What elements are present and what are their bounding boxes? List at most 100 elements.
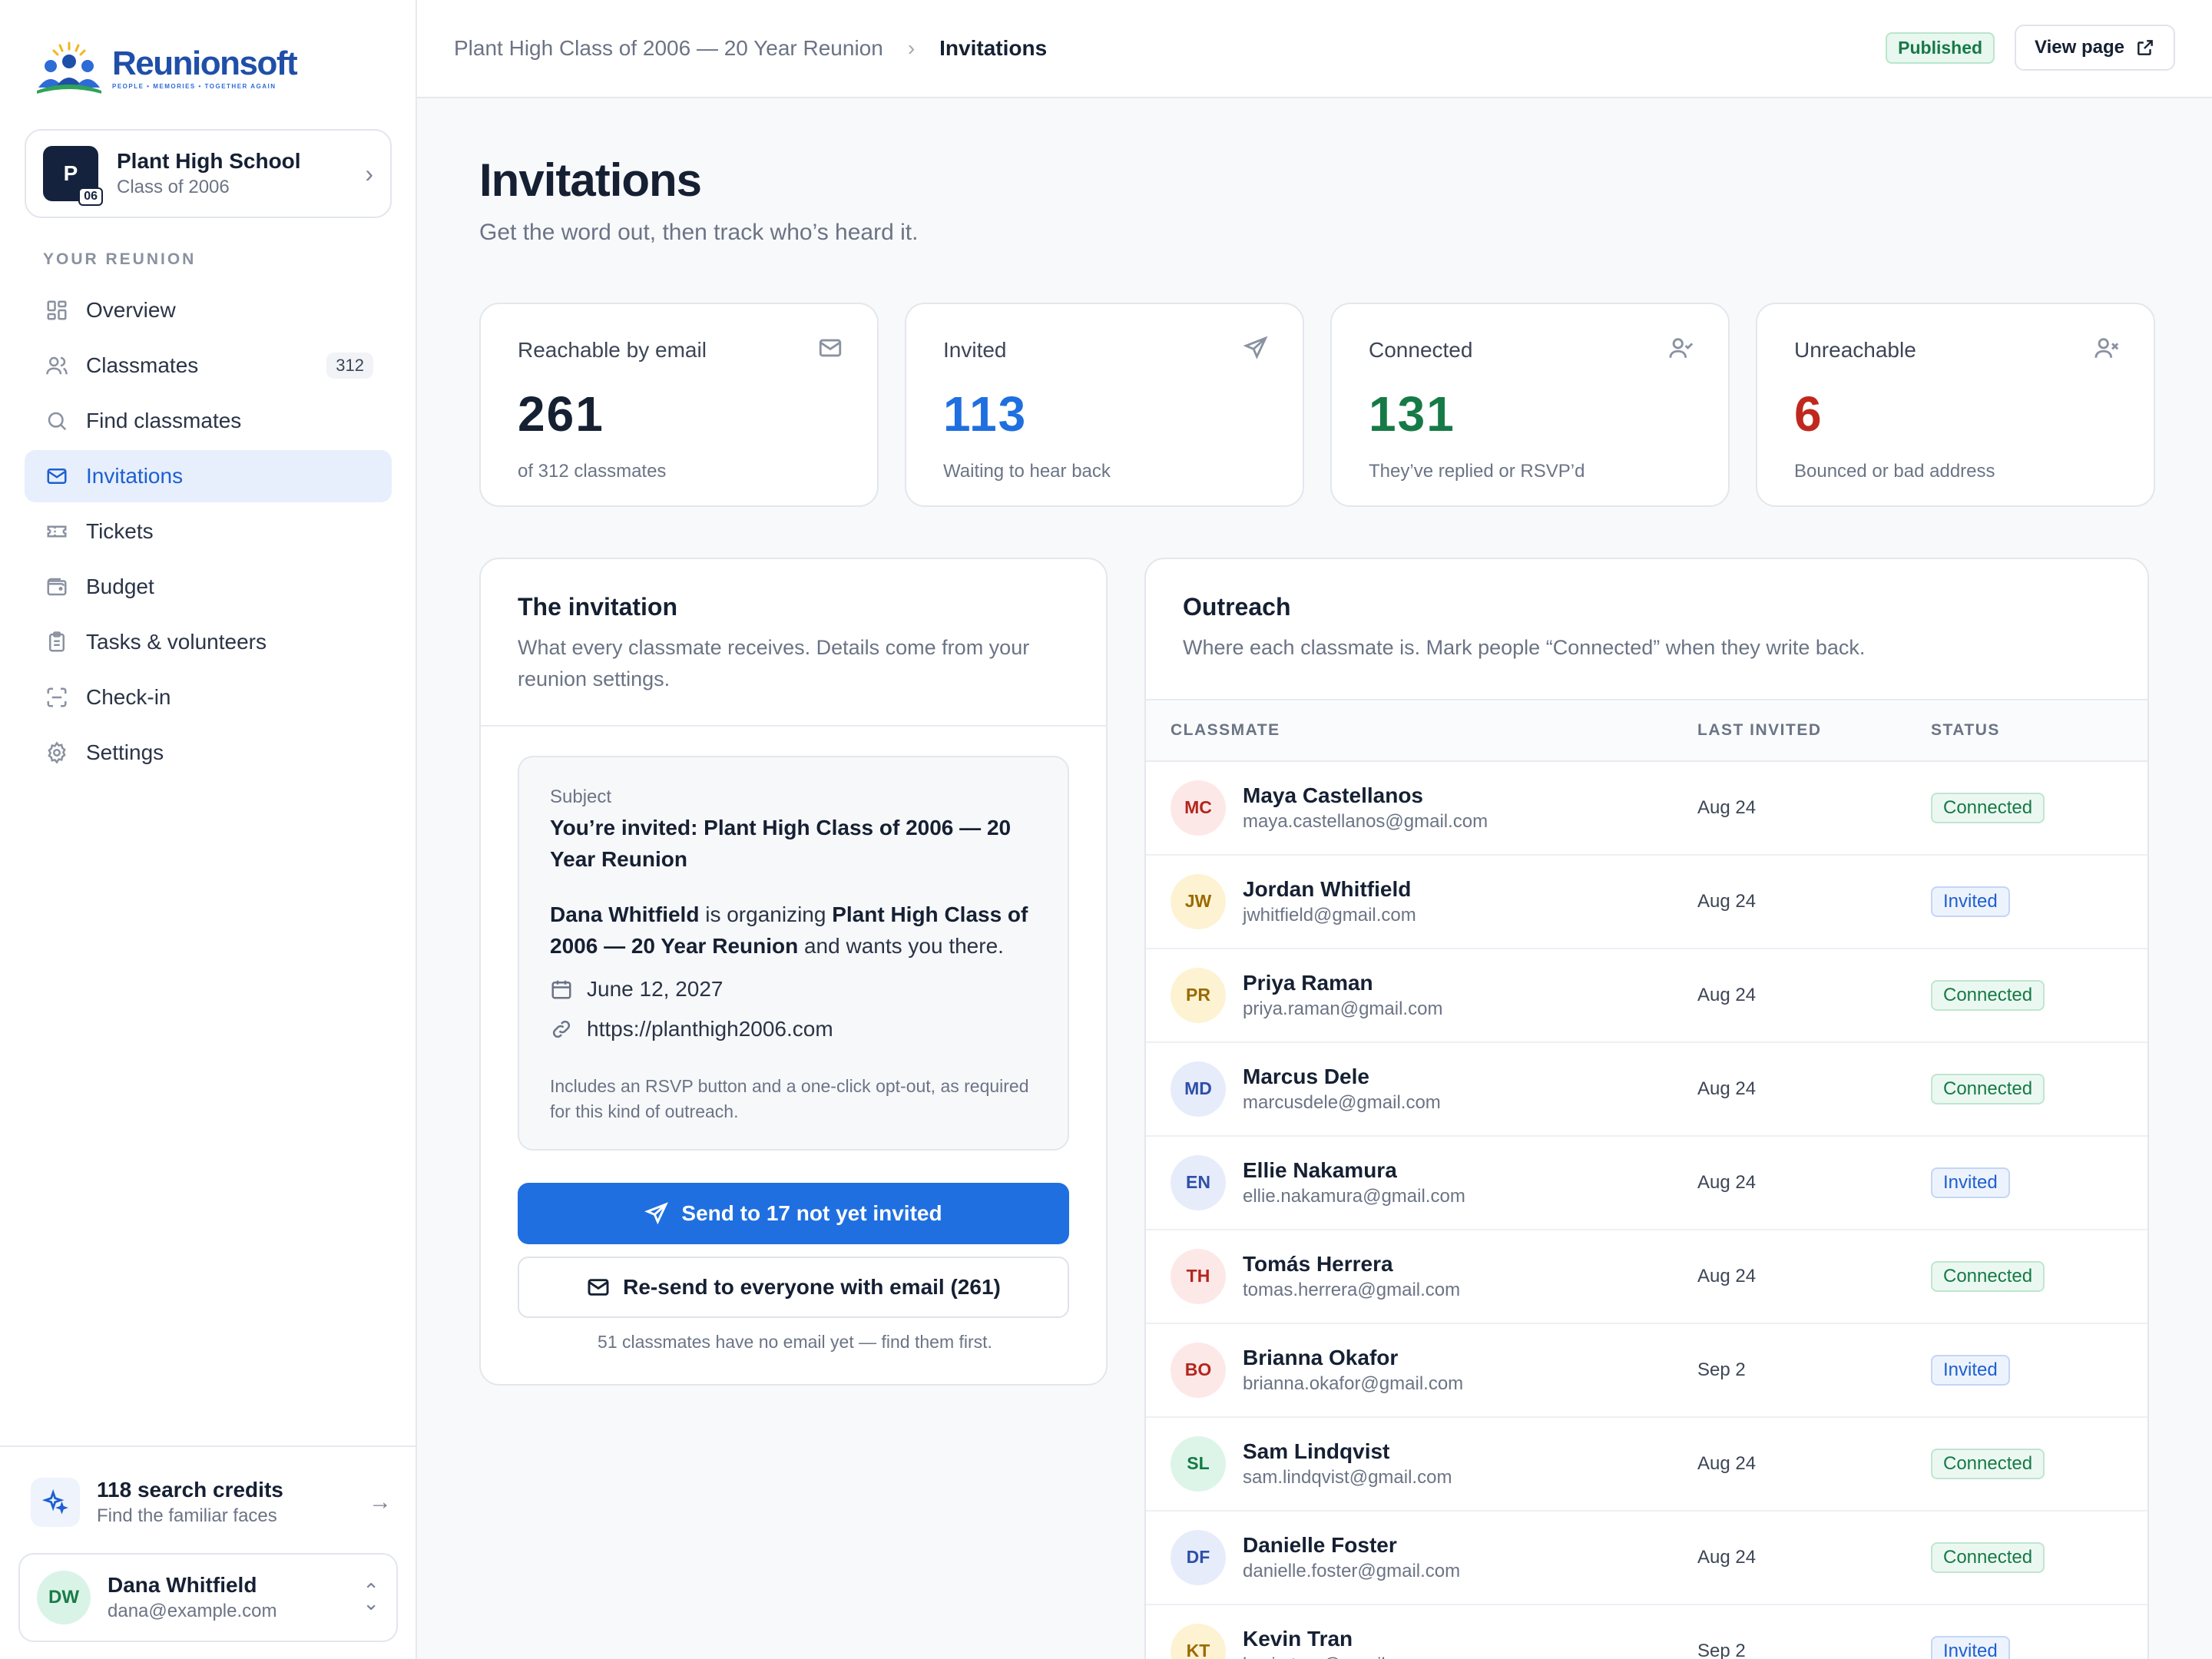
table-row[interactable]: EN Ellie Nakamura ellie.nakamura@gmail.c… bbox=[1146, 1137, 2147, 1230]
grid-icon bbox=[43, 296, 71, 324]
user-check-icon bbox=[1668, 335, 1694, 365]
classmate-name: Tomás Herrera bbox=[1243, 1251, 1393, 1276]
sidebar-item-settings[interactable]: Settings bbox=[25, 727, 392, 779]
breadcrumb-current: Invitations bbox=[939, 36, 1048, 60]
class-year-badge: 06 bbox=[78, 187, 103, 206]
stat-value: 113 bbox=[943, 386, 1028, 442]
sidebar-item-find-classmates[interactable]: Find classmates bbox=[25, 395, 392, 447]
gear-icon bbox=[43, 739, 71, 767]
sidebar-item-label: Check-in bbox=[86, 685, 171, 709]
last-invited-date: Aug 24 bbox=[1697, 984, 1757, 1005]
user-name: Dana Whitfield bbox=[108, 1573, 257, 1597]
user-email: dana@example.com bbox=[108, 1601, 277, 1621]
sidebar-item-label: Budget bbox=[86, 575, 154, 598]
avatar: BO bbox=[1171, 1342, 1226, 1398]
status-badge[interactable]: Connected bbox=[1931, 1448, 2045, 1479]
brand-name: Reunionsoft bbox=[112, 45, 298, 82]
status-badge[interactable]: Connected bbox=[1931, 792, 2045, 823]
missing-email-note: 51 classmates have no email yet — find t… bbox=[598, 1332, 992, 1352]
card-description: What every classmate receives. Details c… bbox=[518, 636, 1030, 690]
card-title: Outreach bbox=[1183, 593, 1291, 621]
clipboard-icon bbox=[43, 628, 71, 656]
main-content: Plant High Class of 2006 — 20 Year Reuni… bbox=[417, 0, 2212, 1659]
status-badge[interactable]: Connected bbox=[1931, 1073, 2045, 1104]
breadcrumb-parent[interactable]: Plant High Class of 2006 — 20 Year Reuni… bbox=[454, 36, 883, 61]
sidebar-item-invitations[interactable]: Invitations bbox=[25, 450, 392, 502]
logo[interactable]: Reunionsoft PEOPLE • MEMORIES • TOGETHER… bbox=[34, 40, 298, 97]
column-header-status[interactable]: STATUS bbox=[1931, 721, 2147, 740]
chevron-up-down-icon: ⌃ ⌄ bbox=[363, 1579, 379, 1614]
breadcrumb: Plant High Class of 2006 — 20 Year Reuni… bbox=[454, 36, 1047, 61]
classmate-name: Danielle Foster bbox=[1243, 1532, 1397, 1557]
stats-row: Reachable by email 261 of 312 classmates… bbox=[479, 303, 2155, 507]
sidebar-item-label: Tickets bbox=[86, 519, 154, 543]
sidebar-item-tasks[interactable]: Tasks & volunteers bbox=[25, 616, 392, 668]
status-badge[interactable]: Connected bbox=[1931, 1260, 2045, 1292]
avatar: DF bbox=[1171, 1529, 1226, 1585]
status-badge[interactable]: Invited bbox=[1931, 1167, 2010, 1198]
table-row[interactable]: BO Brianna Okafor brianna.okafor@gmail.c… bbox=[1146, 1324, 2147, 1418]
stat-card-invited: Invited 113 Waiting to hear back bbox=[905, 303, 1304, 507]
mail-icon bbox=[43, 462, 71, 490]
column-header-last-invited[interactable]: LAST INVITED bbox=[1697, 721, 1931, 740]
last-invited-date: Aug 24 bbox=[1697, 1546, 1757, 1568]
sidebar-item-overview[interactable]: Overview bbox=[25, 284, 392, 336]
status-badge[interactable]: Invited bbox=[1931, 1354, 2010, 1386]
classmate-email: marcusdele@gmail.com bbox=[1243, 1091, 1441, 1113]
table-row[interactable]: PR Priya Raman priya.raman@gmail.com Aug… bbox=[1146, 949, 2147, 1043]
logo-mark-icon bbox=[37, 41, 101, 94]
sidebar-item-check-in[interactable]: Check-in bbox=[25, 671, 392, 724]
table-row[interactable]: MC Maya Castellanos maya.castellanos@gma… bbox=[1146, 762, 2147, 856]
sidebar-item-classmates[interactable]: Classmates 312 bbox=[25, 339, 392, 392]
mail-icon bbox=[588, 1279, 609, 1296]
avatar: PR bbox=[1171, 967, 1226, 1023]
resend-all-button[interactable]: Re-send to everyone with email (261) bbox=[518, 1257, 1069, 1318]
compliance-note: Includes an RSVP button and a one-click … bbox=[550, 1076, 1029, 1121]
classmate-name: Marcus Dele bbox=[1243, 1064, 1369, 1088]
send-invites-button[interactable]: Send to 17 not yet invited bbox=[518, 1183, 1069, 1244]
school-name: Plant High School bbox=[117, 149, 301, 173]
wallet-icon bbox=[43, 573, 71, 601]
classmate-email: tomas.herrera@gmail.com bbox=[1243, 1279, 1461, 1300]
column-header-classmate[interactable]: CLASSMATE bbox=[1146, 721, 1697, 740]
status-badge[interactable]: Connected bbox=[1931, 979, 2045, 1011]
invitation-card: The invitation What every classmate rece… bbox=[479, 558, 1108, 1386]
status-badge[interactable]: Invited bbox=[1931, 1635, 2010, 1659]
classmate-email: ellie.nakamura@gmail.com bbox=[1243, 1185, 1465, 1207]
view-page-button[interactable]: View page bbox=[2015, 25, 2175, 71]
classmate-email: brianna.okafor@gmail.com bbox=[1243, 1373, 1464, 1394]
table-header: CLASSMATE LAST INVITED STATUS bbox=[1146, 700, 2147, 762]
table-row[interactable]: SL Sam Lindqvist sam.lindqvist@gmail.com… bbox=[1146, 1418, 2147, 1512]
account-switcher[interactable]: DW Dana Whitfield dana@example.com ⌃ ⌄ bbox=[18, 1553, 398, 1642]
sidebar-item-label: Tasks & volunteers bbox=[86, 630, 267, 654]
last-invited-date: Aug 24 bbox=[1697, 1452, 1757, 1474]
table-row[interactable]: TH Tomás Herrera tomas.herrera@gmail.com… bbox=[1146, 1230, 2147, 1324]
stat-card-unreachable: Unreachable 6 Bounced or bad address bbox=[1756, 303, 2155, 507]
search-credits-link[interactable]: 118 search credits Find the familiar fac… bbox=[31, 1478, 392, 1527]
status-badge[interactable]: Invited bbox=[1931, 886, 2010, 917]
sidebar-item-label: Invitations bbox=[86, 464, 184, 488]
sidebar-item-label: Settings bbox=[86, 740, 164, 764]
event-url: https://planthigh2006.com bbox=[550, 1017, 1037, 1041]
user-x-icon bbox=[2094, 335, 2120, 365]
status-badge[interactable]: Connected bbox=[1931, 1541, 2045, 1573]
table-row[interactable]: JW Jordan Whitfield jwhitfield@gmail.com… bbox=[1146, 856, 2147, 949]
sidebar-item-tickets[interactable]: Tickets bbox=[25, 505, 392, 558]
page-subtitle: Get the word out, then track who’s heard… bbox=[479, 220, 919, 245]
sidebar-item-budget[interactable]: Budget bbox=[25, 561, 392, 613]
avatar: MD bbox=[1171, 1061, 1226, 1117]
avatar: MC bbox=[1171, 780, 1226, 836]
last-invited-date: Aug 24 bbox=[1697, 890, 1757, 912]
school-switcher[interactable]: P 06 Plant High School Class of 2006 › bbox=[25, 129, 392, 218]
avatar: SL bbox=[1171, 1435, 1226, 1492]
status-badge: Published bbox=[1886, 31, 1995, 64]
last-invited-date: Sep 2 bbox=[1697, 1359, 1746, 1380]
table-row[interactable]: DF Danielle Foster danielle.foster@gmail… bbox=[1146, 1512, 2147, 1605]
table-row[interactable]: MD Marcus Dele marcusdele@gmail.com Aug … bbox=[1146, 1043, 2147, 1137]
sidebar-nav: Overview Classmates 312 Find classmates … bbox=[25, 284, 392, 782]
subject-text: You’re invited: Plant High Class of 2006… bbox=[550, 816, 1012, 871]
classmates-count-badge: 312 bbox=[326, 353, 373, 379]
avatar: JW bbox=[1171, 873, 1226, 929]
table-row[interactable]: KT Kevin Tran kevin.tran@gmail.com Sep 2… bbox=[1146, 1605, 2147, 1659]
classmate-email: danielle.foster@gmail.com bbox=[1243, 1560, 1461, 1581]
